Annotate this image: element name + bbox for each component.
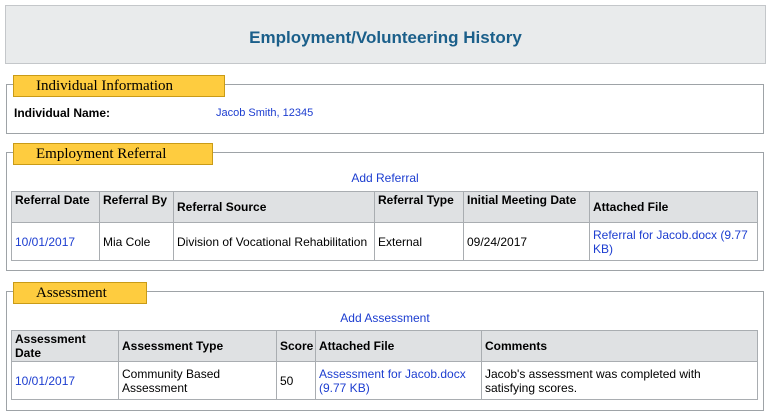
column-header: Initial Meeting Date [463, 191, 590, 223]
add-referral-link[interactable]: Add Referral [7, 171, 763, 185]
add-assessment-link[interactable]: Add Assessment [7, 311, 763, 325]
individual-name-value[interactable]: Jacob Smith, 12345 [216, 107, 313, 119]
column-header: Comments [481, 330, 758, 362]
assessment-comments-cell: Jacob's assessment was completed with sa… [481, 361, 758, 400]
assessment-header-row: Assessment Date Assessment Type Score At… [11, 330, 758, 362]
column-header: Attached File [315, 330, 482, 362]
referral-source-cell: Division of Vocational Rehabilitation [173, 222, 375, 261]
assessment-heading: Assessment [13, 282, 147, 304]
employment-referral-heading: Employment Referral [13, 143, 213, 165]
referral-table: Referral Date Referral By Referral Sourc… [11, 191, 758, 261]
page-title: Employment/Volunteering History [249, 27, 522, 47]
referral-type-cell: External [374, 222, 464, 261]
assessment-section: Assessment Add Assessment Assessment Dat… [6, 282, 764, 411]
employment-referral-section: Employment Referral Add Referral Referra… [6, 143, 764, 271]
referral-date-link[interactable]: 10/01/2017 [11, 222, 100, 261]
column-header: Referral Type [374, 191, 464, 223]
referral-attached-file-link[interactable]: Referral for Jacob.docx (9.77 KB) [589, 222, 758, 261]
individual-information-heading: Individual Information [13, 75, 225, 97]
initial-meeting-date-cell: 09/24/2017 [463, 222, 590, 261]
page-header: Employment/Volunteering History [5, 5, 766, 64]
individual-information-section: Individual Information Individual Name: … [6, 75, 764, 134]
referral-by-cell: Mia Cole [99, 222, 174, 261]
assessment-score-cell: 50 [276, 361, 316, 400]
column-header: Referral By [99, 191, 174, 223]
referral-header-row: Referral Date Referral By Referral Sourc… [11, 191, 758, 223]
table-row: 10/01/2017 Mia Cole Division of Vocation… [11, 222, 758, 261]
column-header: Referral Source [173, 191, 375, 223]
assessment-attached-file-link[interactable]: Assessment for Jacob.docx (9.77 KB) [315, 361, 482, 400]
assessment-date-link[interactable]: 10/01/2017 [11, 361, 119, 400]
column-header: Score [276, 330, 316, 362]
column-header: Assessment Type [118, 330, 277, 362]
assessment-table: Assessment Date Assessment Type Score At… [11, 330, 758, 400]
column-header: Attached File [589, 191, 758, 223]
table-row: 10/01/2017 Community Based Assessment 50… [11, 361, 758, 400]
assessment-type-cell: Community Based Assessment [118, 361, 277, 400]
column-header: Assessment Date [11, 330, 119, 362]
individual-name-label: Individual Name: [14, 106, 111, 120]
column-header: Referral Date [11, 191, 100, 223]
